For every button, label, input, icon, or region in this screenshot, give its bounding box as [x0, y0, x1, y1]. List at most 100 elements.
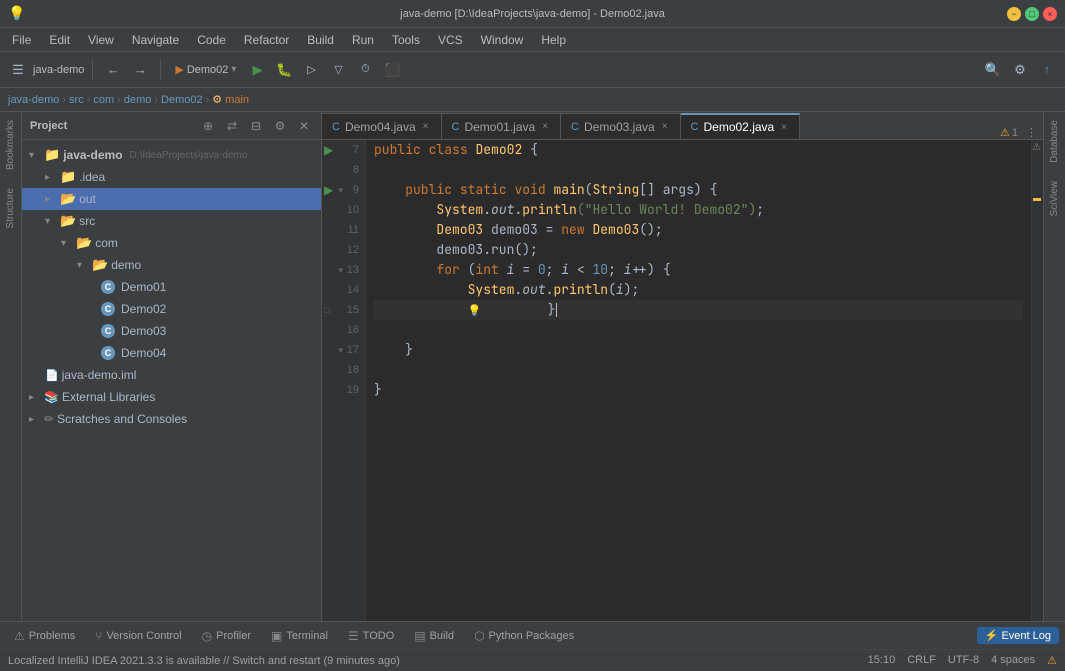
tab-demo01[interactable]: C Demo01.java × [442, 113, 562, 139]
terminal-icon: ▣ [271, 629, 282, 643]
code-line-12: demo03.run(); [374, 240, 1023, 260]
tree-item-demo04[interactable]: C Demo04 [22, 342, 321, 364]
menu-window[interactable]: Window [473, 31, 532, 49]
profile-btn[interactable]: ⏱ [353, 58, 377, 82]
structure-panel-tab[interactable]: Structure [2, 180, 19, 237]
menu-run[interactable]: Run [344, 31, 382, 49]
debug-button[interactable]: 🐛 [272, 58, 296, 82]
code-lines[interactable]: public class Demo02 { public static void… [366, 140, 1031, 621]
run-arrow-7: ▶ [324, 143, 333, 157]
profiler-icon: ◷ [202, 629, 212, 643]
cursor-position[interactable]: 15:10 [868, 654, 896, 667]
bookmarks-panel-tab[interactable]: Bookmarks [2, 112, 19, 178]
build-tab[interactable]: ▤ Build [406, 627, 462, 645]
project-panel-title: Project [30, 120, 193, 132]
profiler-tab[interactable]: ◷ Profiler [194, 627, 259, 645]
tab-options-btn[interactable]: ⋮ [1026, 126, 1037, 139]
folder-icon-demo: 📂 [92, 257, 108, 273]
menu-tools[interactable]: Tools [384, 31, 428, 49]
plugin-update-btn[interactable]: ↑ [1035, 58, 1059, 82]
tab-demo03[interactable]: C Demo03.java × [561, 113, 681, 139]
minimize-button[interactable]: − [1007, 7, 1021, 21]
python-label: Python Packages [489, 630, 575, 642]
tab-close-demo02[interactable]: × [779, 121, 789, 134]
breadcrumb-demo[interactable]: demo [124, 94, 152, 106]
problems-label: Problems [29, 630, 75, 642]
database-panel-tab[interactable]: Database [1046, 112, 1063, 171]
tab-close-demo03[interactable]: × [660, 120, 670, 133]
todo-tab[interactable]: ☰ TODO [340, 627, 402, 645]
tree-label: demo [111, 258, 141, 272]
run-with-coverage-btn[interactable]: ▷ [299, 58, 323, 82]
breadcrumb-src[interactable]: src [69, 94, 84, 106]
event-log-btn[interactable]: ⚡ Event Log [977, 627, 1059, 644]
code-editor[interactable]: ▶ 7 8 ▶ ▾ 9 10 11 12 ▾ 13 14 □ [322, 140, 1043, 621]
toolbar-forward-btn[interactable]: → [128, 58, 152, 82]
version-control-tab[interactable]: ⑂ Version Control [87, 627, 189, 645]
tab-close-demo01[interactable]: × [540, 120, 550, 133]
bottom-toolbar: ⚠ Problems ⑂ Version Control ◷ Profiler … [0, 621, 1065, 649]
menu-build[interactable]: Build [299, 31, 342, 49]
tree-item-com[interactable]: ▾ 📂 com [22, 232, 321, 254]
tree-item-out[interactable]: ▸ 📂 out [22, 188, 321, 210]
sciview-panel-tab[interactable]: SciView [1046, 173, 1063, 224]
toolbar-run-config[interactable]: ▶ Demo02 ▾ [169, 58, 242, 82]
code-line-16 [374, 320, 1023, 340]
breadcrumb-com[interactable]: com [93, 94, 114, 106]
bottom-right-section: ⚡ Event Log [977, 627, 1059, 644]
breadcrumb-main[interactable]: main [225, 94, 249, 106]
project-panel-gear-btn[interactable]: ⚙ [271, 117, 289, 135]
tab-close-demo04[interactable]: × [421, 120, 431, 133]
project-panel-collapse-btn[interactable]: ⊟ [247, 117, 265, 135]
settings-btn[interactable]: ⚙ [1008, 58, 1032, 82]
toolbar-back-btn[interactable]: ← [101, 58, 125, 82]
tree-item-scratches[interactable]: ▸ ✏ Scratches and Consoles [22, 408, 321, 430]
warning-marker [1033, 198, 1041, 201]
encoding[interactable]: UTF-8 [948, 654, 979, 667]
menu-file[interactable]: File [4, 31, 39, 49]
tree-item-src[interactable]: ▾ 📂 src [22, 210, 321, 232]
tree-label: Scratches and Consoles [57, 412, 187, 426]
project-panel-sync-btn[interactable]: ⇄ [223, 117, 241, 135]
problems-tab[interactable]: ⚠ Problems [6, 627, 83, 645]
close-button[interactable]: × [1043, 7, 1057, 21]
tab-demo04[interactable]: C Demo04.java × [322, 113, 442, 139]
project-panel-close-btn[interactable]: ✕ [295, 117, 313, 135]
tree-item-demo01[interactable]: C Demo01 [22, 276, 321, 298]
menu-view[interactable]: View [80, 31, 122, 49]
maximize-button[interactable]: □ [1025, 7, 1039, 21]
tree-item-demo03[interactable]: C Demo03 [22, 320, 321, 342]
java-class-icon: C [101, 324, 115, 338]
line-endings[interactable]: CRLF [907, 654, 936, 667]
tree-item-iml[interactable]: 📄 java-demo.iml [22, 364, 321, 386]
menu-refactor[interactable]: Refactor [236, 31, 297, 49]
lightbulb-icon[interactable]: 💡 [468, 304, 482, 318]
tree-item-idea[interactable]: ▸ 📁 .idea [22, 166, 321, 188]
tree-item-ext-libs[interactable]: ▸ 📚 External Libraries [22, 386, 321, 408]
project-panel: Project ⊕ ⇄ ⊟ ⚙ ✕ ▾ 📁 java-demo D:\IdeaP… [22, 112, 322, 621]
tree-label: Demo04 [121, 346, 166, 360]
tree-item-demo02[interactable]: C Demo02 [22, 298, 321, 320]
breadcrumb-java-demo[interactable]: java-demo [8, 94, 59, 106]
python-packages-tab[interactable]: ⬡ Python Packages [466, 627, 582, 645]
ext-libs-icon: 📚 [44, 390, 59, 404]
menu-code[interactable]: Code [189, 31, 234, 49]
tree-item-demo[interactable]: ▾ 📂 demo [22, 254, 321, 276]
tab-label: Demo03.java [584, 120, 655, 134]
tab-demo02[interactable]: C Demo02.java × [681, 113, 801, 139]
terminal-tab[interactable]: ▣ Terminal [263, 627, 336, 645]
toolbar-menu-btn[interactable]: ☰ [6, 58, 30, 82]
menu-vcs[interactable]: VCS [430, 31, 471, 49]
menu-navigate[interactable]: Navigate [124, 31, 187, 49]
project-panel-add-btn[interactable]: ⊕ [199, 117, 217, 135]
tree-item-java-demo[interactable]: ▾ 📁 java-demo D:\IdeaProjects\java-demo [22, 144, 321, 166]
stop-btn[interactable]: ⬛ [380, 58, 404, 82]
indent-setting[interactable]: 4 spaces [991, 654, 1035, 667]
line-12: 12 [322, 240, 365, 260]
run-button[interactable]: ▶ [245, 58, 269, 82]
menu-help[interactable]: Help [533, 31, 574, 49]
menu-edit[interactable]: Edit [41, 31, 78, 49]
search-everywhere-btn[interactable]: 🔍 [981, 58, 1005, 82]
breadcrumb-demo02[interactable]: Demo02 [161, 94, 203, 106]
run-more-btn[interactable]: ▽ [326, 58, 350, 82]
